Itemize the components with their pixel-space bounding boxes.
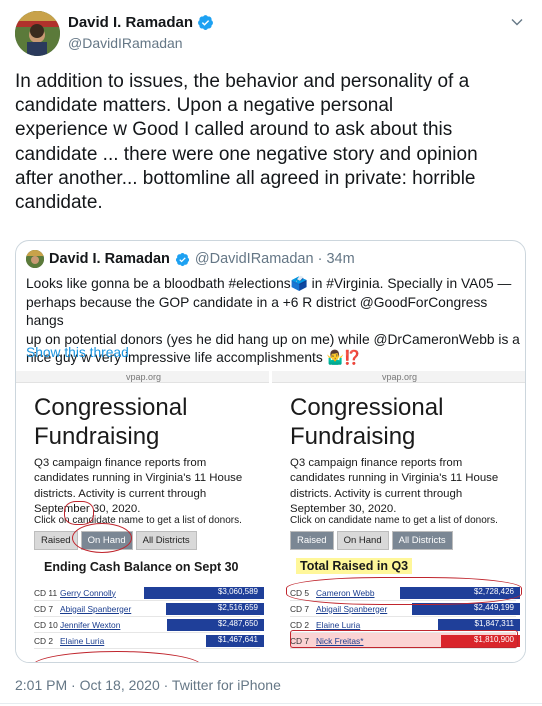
table-row: CD 7 Abigail Spanberger $2,516,659 [34, 601, 264, 617]
avatar[interactable] [15, 11, 60, 56]
district-label: CD 2 [290, 619, 310, 630]
verified-badge-icon [175, 252, 189, 266]
image-title: Congressional Fundraising [290, 393, 443, 451]
image-description: Q3 campaign finance reports from candida… [290, 457, 499, 516]
title-line-2: Fundraising [34, 423, 160, 450]
browser-bar: vpap.org [272, 371, 525, 383]
chevron-down-icon[interactable] [510, 15, 524, 29]
red-annotation-circle [286, 577, 522, 605]
red-annotation-circle [32, 651, 202, 662]
quoted-author-name: David I. Ramadan [49, 251, 170, 267]
value-label: $3,060,589 [217, 587, 258, 596]
value-label: $2,487,650 [217, 619, 258, 628]
image-title: Congressional Fundraising [34, 393, 187, 451]
tweet: David I. Ramadan @DavidIRamadan In addit… [0, 0, 542, 706]
tweet-timestamp[interactable]: 2:01 PM · Oct 18, 2020 · Twitter for iPh… [15, 677, 281, 693]
red-annotation-circle [72, 523, 132, 553]
table-row: CD 2 Elaine Luria $1,467,641 [34, 633, 264, 649]
quoted-header: David I. Ramadan @DavidIRamadan · 34m [26, 250, 355, 268]
candidate-name-link: Jennifer Wexton [60, 619, 121, 630]
red-annotation-box [290, 630, 518, 648]
verified-badge-icon [198, 15, 213, 30]
district-label: CD 2 [34, 635, 54, 646]
value-label: $1,847,311 [474, 619, 514, 628]
click-instruction: Click on candidate name to get a list of… [290, 515, 498, 526]
ranking-table: CD 11 Gerry Connolly $3,060,589 CD 7 Abigail… [34, 585, 264, 649]
value-label: $2,516,659 [217, 603, 258, 612]
candidate-name-link: Abigail Spanberger [316, 603, 388, 614]
value-label: $2,449,199 [473, 603, 514, 612]
candidate-name-link: Elaine Luria [316, 619, 361, 630]
browser-bar: vpap.org [16, 371, 269, 383]
candidate-name-link: Elaine Luria [60, 635, 105, 646]
red-annotation-arc [64, 501, 94, 525]
quoted-handle-time: @DavidIRamadan · 34m [194, 251, 355, 267]
quoted-avatar [26, 250, 44, 268]
district-label: CD 10 [34, 619, 58, 630]
table-row: CD 11 Gerry Connolly $3,060,589 [34, 585, 264, 601]
value-label: $1,467,641 [217, 635, 258, 644]
title-line-2: Fundraising [290, 423, 416, 450]
tab-raised: Raised [290, 531, 334, 550]
district-label: CD 7 [34, 603, 54, 614]
tweet-header: David I. Ramadan @DavidIRamadan [15, 11, 527, 59]
table-heading: Ending Cash Balance on Sept 30 [44, 560, 239, 574]
district-label: CD 11 [34, 587, 58, 598]
url-text: vpap.org [382, 372, 418, 382]
title-line-1: Congressional [290, 394, 444, 421]
tab-raised: Raised [34, 531, 78, 550]
quoted-images: vpap.org Congressional Fundraising Q3 ca… [16, 371, 525, 662]
image-tabs: Raised On Hand All Districts [290, 531, 453, 550]
candidate-name-link: Abigail Spanberger [60, 603, 132, 614]
district-label: CD 7 [290, 603, 310, 614]
author-block: David I. Ramadan @DavidIRamadan [68, 14, 214, 51]
author-handle[interactable]: @DavidIRamadan [68, 35, 214, 51]
tab-all-districts: All Districts [391, 531, 453, 550]
image-left[interactable]: vpap.org Congressional Fundraising Q3 ca… [16, 371, 269, 662]
table-heading: Total Raised in Q3 [296, 558, 413, 574]
tab-all-districts: All Districts [135, 531, 197, 550]
table-row: CD 10 Jennifer Wexton $2,487,650 [34, 617, 264, 633]
candidate-name-link: Gerry Connolly [60, 587, 116, 598]
quoted-tweet[interactable]: David I. Ramadan @DavidIRamadan · 34m Lo… [15, 240, 526, 663]
url-text: vpap.org [126, 372, 162, 382]
author-name[interactable]: David I. Ramadan [68, 14, 193, 31]
image-right[interactable]: vpap.org Congressional Fundraising Q3 ca… [272, 371, 525, 662]
show-thread-link[interactable]: Show this thread [26, 345, 129, 360]
tweet-text: In addition to issues, the behavior and … [15, 71, 478, 214]
title-line-1: Congressional [34, 394, 188, 421]
tab-on-hand: On Hand [336, 531, 389, 550]
divider [0, 703, 542, 704]
